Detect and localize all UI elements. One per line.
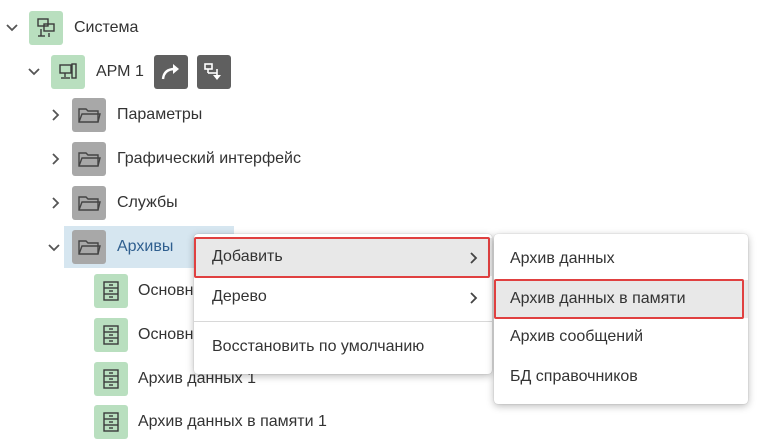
submenu-item-data-archive[interactable]: Архив данных [494,240,748,278]
archive-icon [94,274,128,308]
submenu: Архив данных Архив данных в памяти Архив… [494,234,748,404]
archive-icon [94,318,128,352]
archive-icon [94,405,128,439]
submenu-item-label: Архив сообщений [510,328,644,345]
highlight-box-memory-archive [494,279,744,319]
submenu-item-label: Архив данных [510,250,615,267]
chevron-right-icon[interactable] [50,109,62,121]
chevron-down-icon[interactable] [28,66,40,78]
chevron-right-icon[interactable] [50,197,62,209]
menu-separator [194,321,492,322]
tree-item-label-archives[interactable]: Архивы [117,238,173,256]
menu-item-restore-defaults[interactable]: Восстановить по умолчанию [194,328,492,366]
menu-item-label: Дерево [212,288,267,305]
tree-item-label-archive-1[interactable]: Основн [138,282,194,300]
chevron-down-icon[interactable] [48,242,60,254]
download-config-icon[interactable] [197,55,231,89]
archive-icon [94,362,128,396]
folder-icon [72,142,106,176]
redirect-icon[interactable] [154,55,188,89]
chevron-right-icon[interactable] [50,153,62,165]
submenu-item-message-archive[interactable]: Архив сообщений [494,318,748,356]
tree-item-label-archive-2[interactable]: Основн [138,326,194,344]
tree-item-label-gui[interactable]: Графический интерфейс [117,150,301,168]
submenu-item-label: БД справочников [510,368,638,385]
menu-item-label: Восстановить по умолчанию [212,338,425,355]
chevron-down-icon[interactable] [6,22,18,34]
tree-item-label-arm[interactable]: АРМ 1 [96,63,144,81]
folder-icon [72,230,106,264]
submenu-item-reference-db[interactable]: БД справочников [494,358,748,396]
tree-item-label-archive-4[interactable]: Архив данных в памяти 1 [138,413,327,431]
tree-item-label-system[interactable]: Система [74,19,138,37]
workstation-icon [51,55,85,89]
tree-item-label-parameters[interactable]: Параметры [117,106,202,124]
folder-icon [72,98,106,132]
folder-icon [72,186,106,220]
highlight-box-add [194,237,490,278]
menu-item-tree[interactable]: Дерево [194,278,492,316]
chevron-right-icon [470,291,478,309]
tree-item-label-services[interactable]: Службы [117,194,178,212]
system-icon [29,11,63,45]
